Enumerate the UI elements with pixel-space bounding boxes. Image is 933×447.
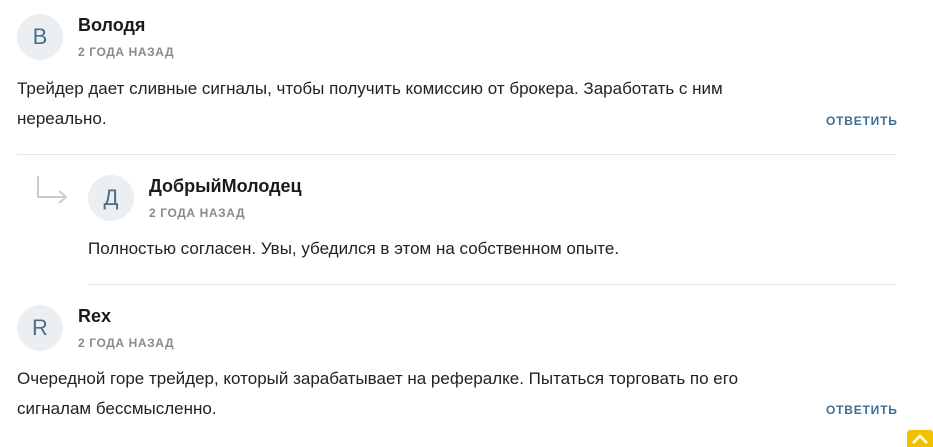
reply-button[interactable]: ОТВЕТИТЬ	[826, 403, 898, 417]
avatar: Д	[88, 175, 134, 221]
comment-text: Очередной горе трейдер, который зарабаты…	[17, 369, 739, 418]
comment-time: 2 ГОДА НАЗАД	[149, 206, 246, 220]
comment-time: 2 ГОДА НАЗАД	[78, 336, 175, 350]
avatar: R	[17, 305, 63, 351]
comment-reply: Д ДобрыйМолодец 2 ГОДА НАЗАД Полностью с…	[0, 155, 933, 285]
scroll-top-button[interactable]	[907, 430, 933, 447]
comment: В Володя 2 ГОДА НАЗАД Трейдер дает сливн…	[0, 0, 933, 155]
comment: R Rex 2 ГОДА НАЗАД Очередной горе трейде…	[0, 285, 933, 447]
reply-arrow-icon	[37, 176, 68, 204]
reply-button[interactable]: ОТВЕТИТЬ	[826, 114, 898, 128]
comment-author[interactable]: ДобрыйМолодец	[149, 176, 302, 197]
comments-section: В Володя 2 ГОДА НАЗАД Трейдер дает сливн…	[0, 0, 933, 447]
chevron-up-icon	[912, 434, 928, 444]
comment-text: Трейдер дает сливные сигналы, чтобы полу…	[17, 79, 723, 128]
comment-author[interactable]: Rex	[78, 306, 111, 327]
avatar: В	[17, 14, 63, 60]
comment-text: Полностью согласен. Увы, убедился в этом…	[88, 239, 620, 258]
comment-time: 2 ГОДА НАЗАД	[78, 45, 175, 59]
comment-author[interactable]: Володя	[78, 15, 145, 36]
